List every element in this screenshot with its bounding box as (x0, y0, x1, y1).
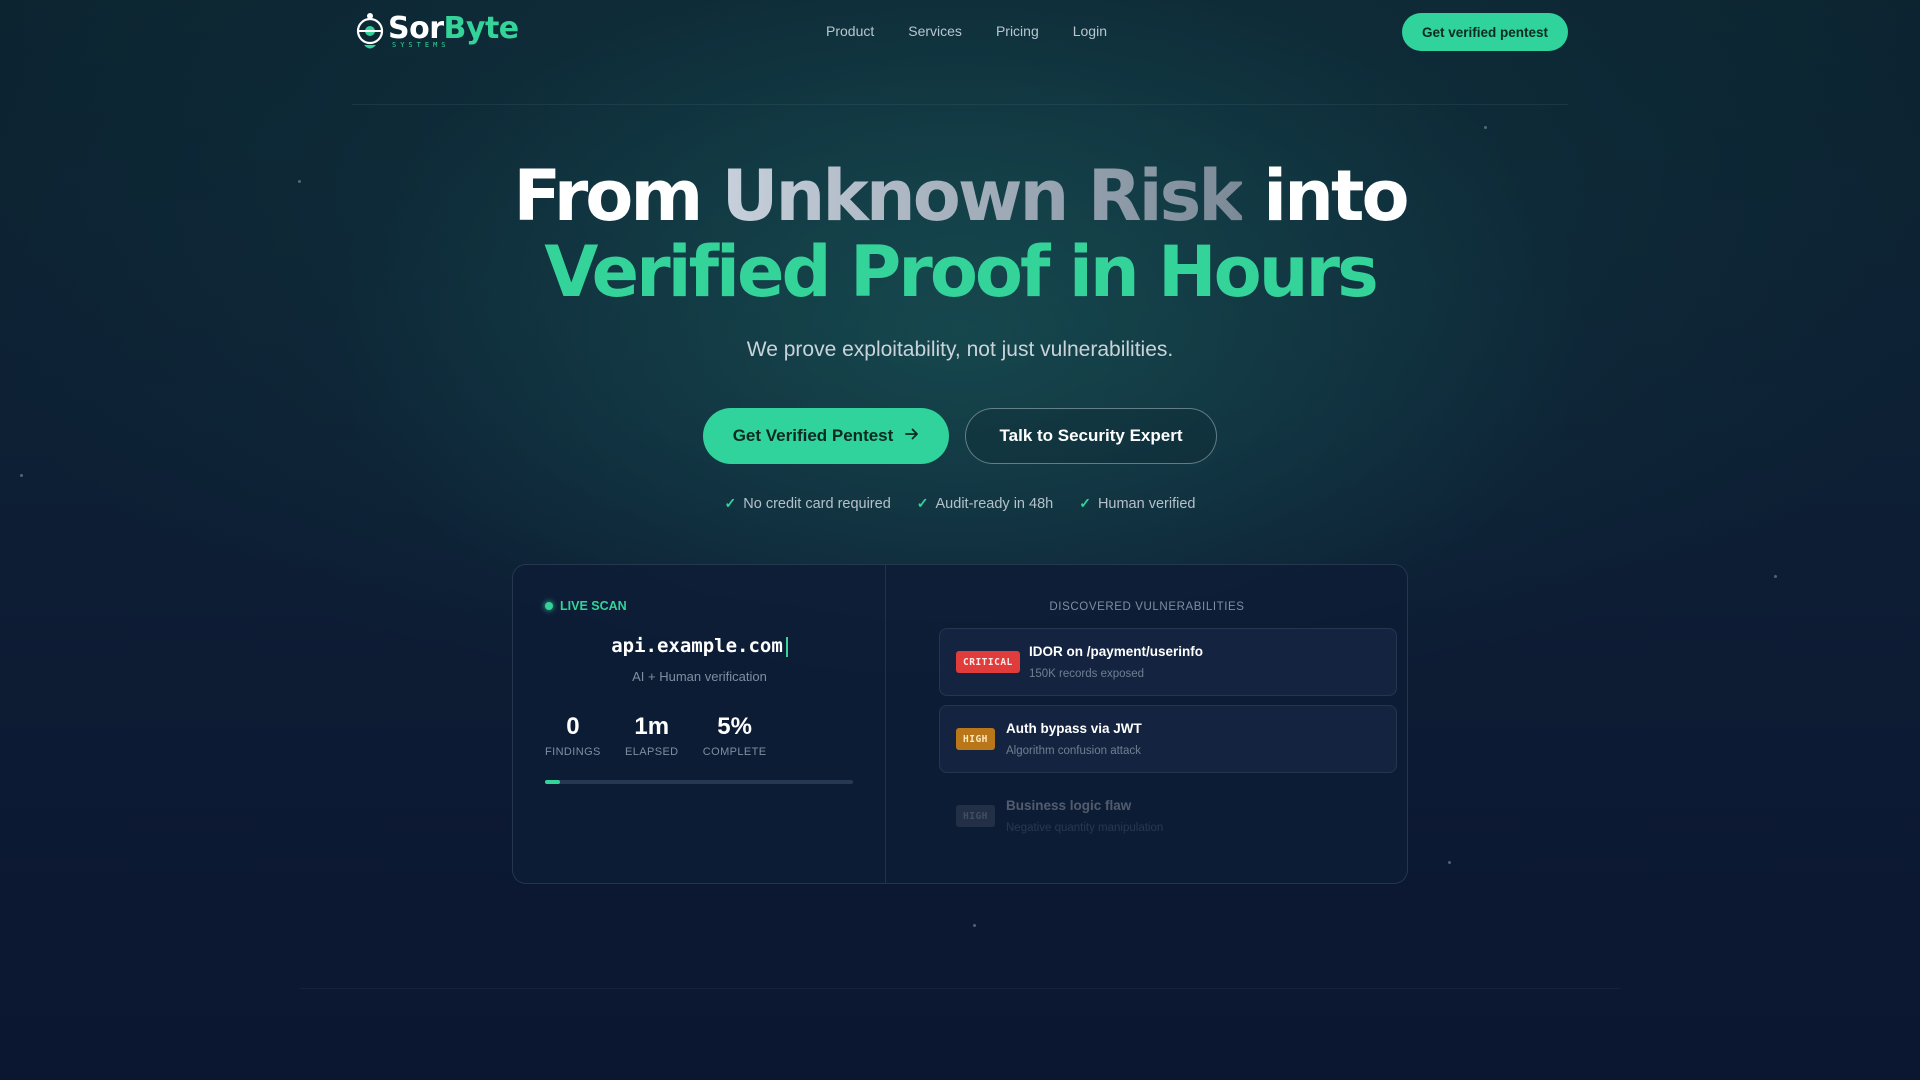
arrow-right-icon (905, 426, 919, 446)
nav-divider (352, 104, 1568, 105)
severity-badge: HIGH (956, 728, 995, 750)
scan-progress-bar (545, 780, 853, 784)
stat-value: 1m (634, 713, 670, 740)
scan-status-pane: LIVE SCAN api.example.com AI + Human ver… (513, 565, 886, 883)
background-speck (1774, 575, 1777, 578)
nav-link-login[interactable]: Login (1073, 23, 1107, 39)
text-cursor-icon (785, 636, 788, 657)
headline-from: From (513, 155, 722, 237)
stat-label: FINDINGS (545, 746, 601, 758)
headline-into: into (1241, 155, 1409, 237)
background-speck (20, 474, 23, 477)
vulnerability-detail: Algorithm confusion attack (1006, 745, 1141, 757)
brand-name: SorByte (388, 14, 519, 44)
scan-target-host: api.example.com (611, 635, 783, 657)
trust-check-item: ✓ Human verified (1079, 495, 1195, 512)
background-speck (973, 924, 976, 927)
severity-badge: CRITICAL (956, 651, 1020, 673)
live-dot-icon (545, 602, 553, 610)
top-navbar: SorByte SYSTEMS Product Services Pricing… (352, 10, 1568, 54)
live-scan-indicator: LIVE SCAN (545, 599, 627, 613)
scan-mode: AI + Human verification (632, 669, 767, 684)
stat-findings: 0 FINDINGS (545, 713, 601, 758)
primary-cta-label: Get Verified Pentest (732, 426, 894, 445)
severity-badge: HIGH (956, 805, 995, 827)
nav-link-pricing[interactable]: Pricing (996, 23, 1039, 39)
vulnerability-card: HIGH Business logic flaw Negative quanti… (939, 782, 1397, 850)
headline-unknown-risk: Unknown Risk (721, 155, 1245, 237)
vulnerabilities-pane: DISCOVERED VULNERABILITIES CRITICAL IDOR… (887, 565, 1407, 883)
checkmark-icon: ✓ (916, 495, 929, 511)
background-speck (1448, 861, 1451, 864)
nav-links: Product Services Pricing Login (826, 23, 1107, 39)
hero-headline-line2: Verified Proof in Hours (544, 231, 1378, 313)
background-speck (1484, 126, 1487, 129)
trust-check-label: No credit card required (743, 495, 891, 512)
vulnerability-name: IDOR on /payment/userinfo (1029, 644, 1204, 659)
stat-label: COMPLETE (702, 746, 767, 758)
nav-cta-button[interactable]: Get verified pentest (1402, 13, 1568, 51)
brand-name-part2: Byte (443, 11, 520, 46)
checkmark-icon: ✓ (724, 495, 737, 511)
hero-subtitle: We prove exploitability, not just vulner… (746, 338, 1174, 361)
vulnerability-name: Business logic flaw (1006, 798, 1132, 813)
checkmark-icon: ✓ (1079, 495, 1091, 511)
live-scan-panel: LIVE SCAN api.example.com AI + Human ver… (512, 564, 1408, 884)
vulnerabilities-heading: DISCOVERED VULNERABILITIES (1049, 601, 1245, 613)
nav-link-product[interactable]: Product (826, 23, 874, 39)
vulnerability-card[interactable]: CRITICAL IDOR on /payment/userinfo 150K … (939, 628, 1397, 696)
stat-value: 5% (717, 713, 752, 740)
stat-complete: 5% COMPLETE (703, 713, 767, 758)
trust-check-label: Human verified (1097, 495, 1196, 512)
vulnerability-card[interactable]: HIGH Auth bypass via JWT Algorithm confu… (939, 705, 1397, 773)
live-scan-label: LIVE SCAN (560, 599, 627, 613)
trust-check-item: ✓ No credit card required (725, 495, 891, 512)
scan-progress-fill (545, 780, 561, 784)
stat-label: ELAPSED (624, 746, 679, 758)
hero-headline: From Unknown Risk into Verified Proof in… (0, 158, 1920, 310)
stat-elapsed: 1m ELAPSED (625, 713, 679, 758)
talk-to-expert-button[interactable]: Talk to Security Expert (965, 408, 1217, 464)
scan-target: api.example.com (513, 635, 886, 657)
logo-mark-icon (352, 12, 388, 52)
stat-value: 0 (566, 713, 580, 740)
hero-headline-line1: From Unknown Risk into (0, 158, 1920, 234)
vulnerability-detail: Negative quantity manipulation (1006, 822, 1164, 834)
scan-stats: 0 FINDINGS 1m ELAPSED 5% COMPLETE (545, 713, 766, 758)
get-verified-pentest-button[interactable]: Get Verified Pentest (703, 408, 949, 464)
trust-check-label: Audit-ready in 48h (935, 495, 1054, 512)
vulnerability-detail: 150K records exposed (1029, 668, 1145, 680)
section-divider (300, 988, 1620, 989)
nav-link-services[interactable]: Services (908, 23, 962, 39)
trust-checks: ✓ No credit card required ✓ Audit-ready … (0, 495, 1920, 512)
vulnerability-name: Auth bypass via JWT (1006, 721, 1142, 736)
brand-logo[interactable]: SorByte SYSTEMS (352, 10, 519, 54)
trust-check-item: ✓ Audit-ready in 48h (917, 495, 1053, 512)
brand-tagline: SYSTEMS (392, 41, 450, 49)
